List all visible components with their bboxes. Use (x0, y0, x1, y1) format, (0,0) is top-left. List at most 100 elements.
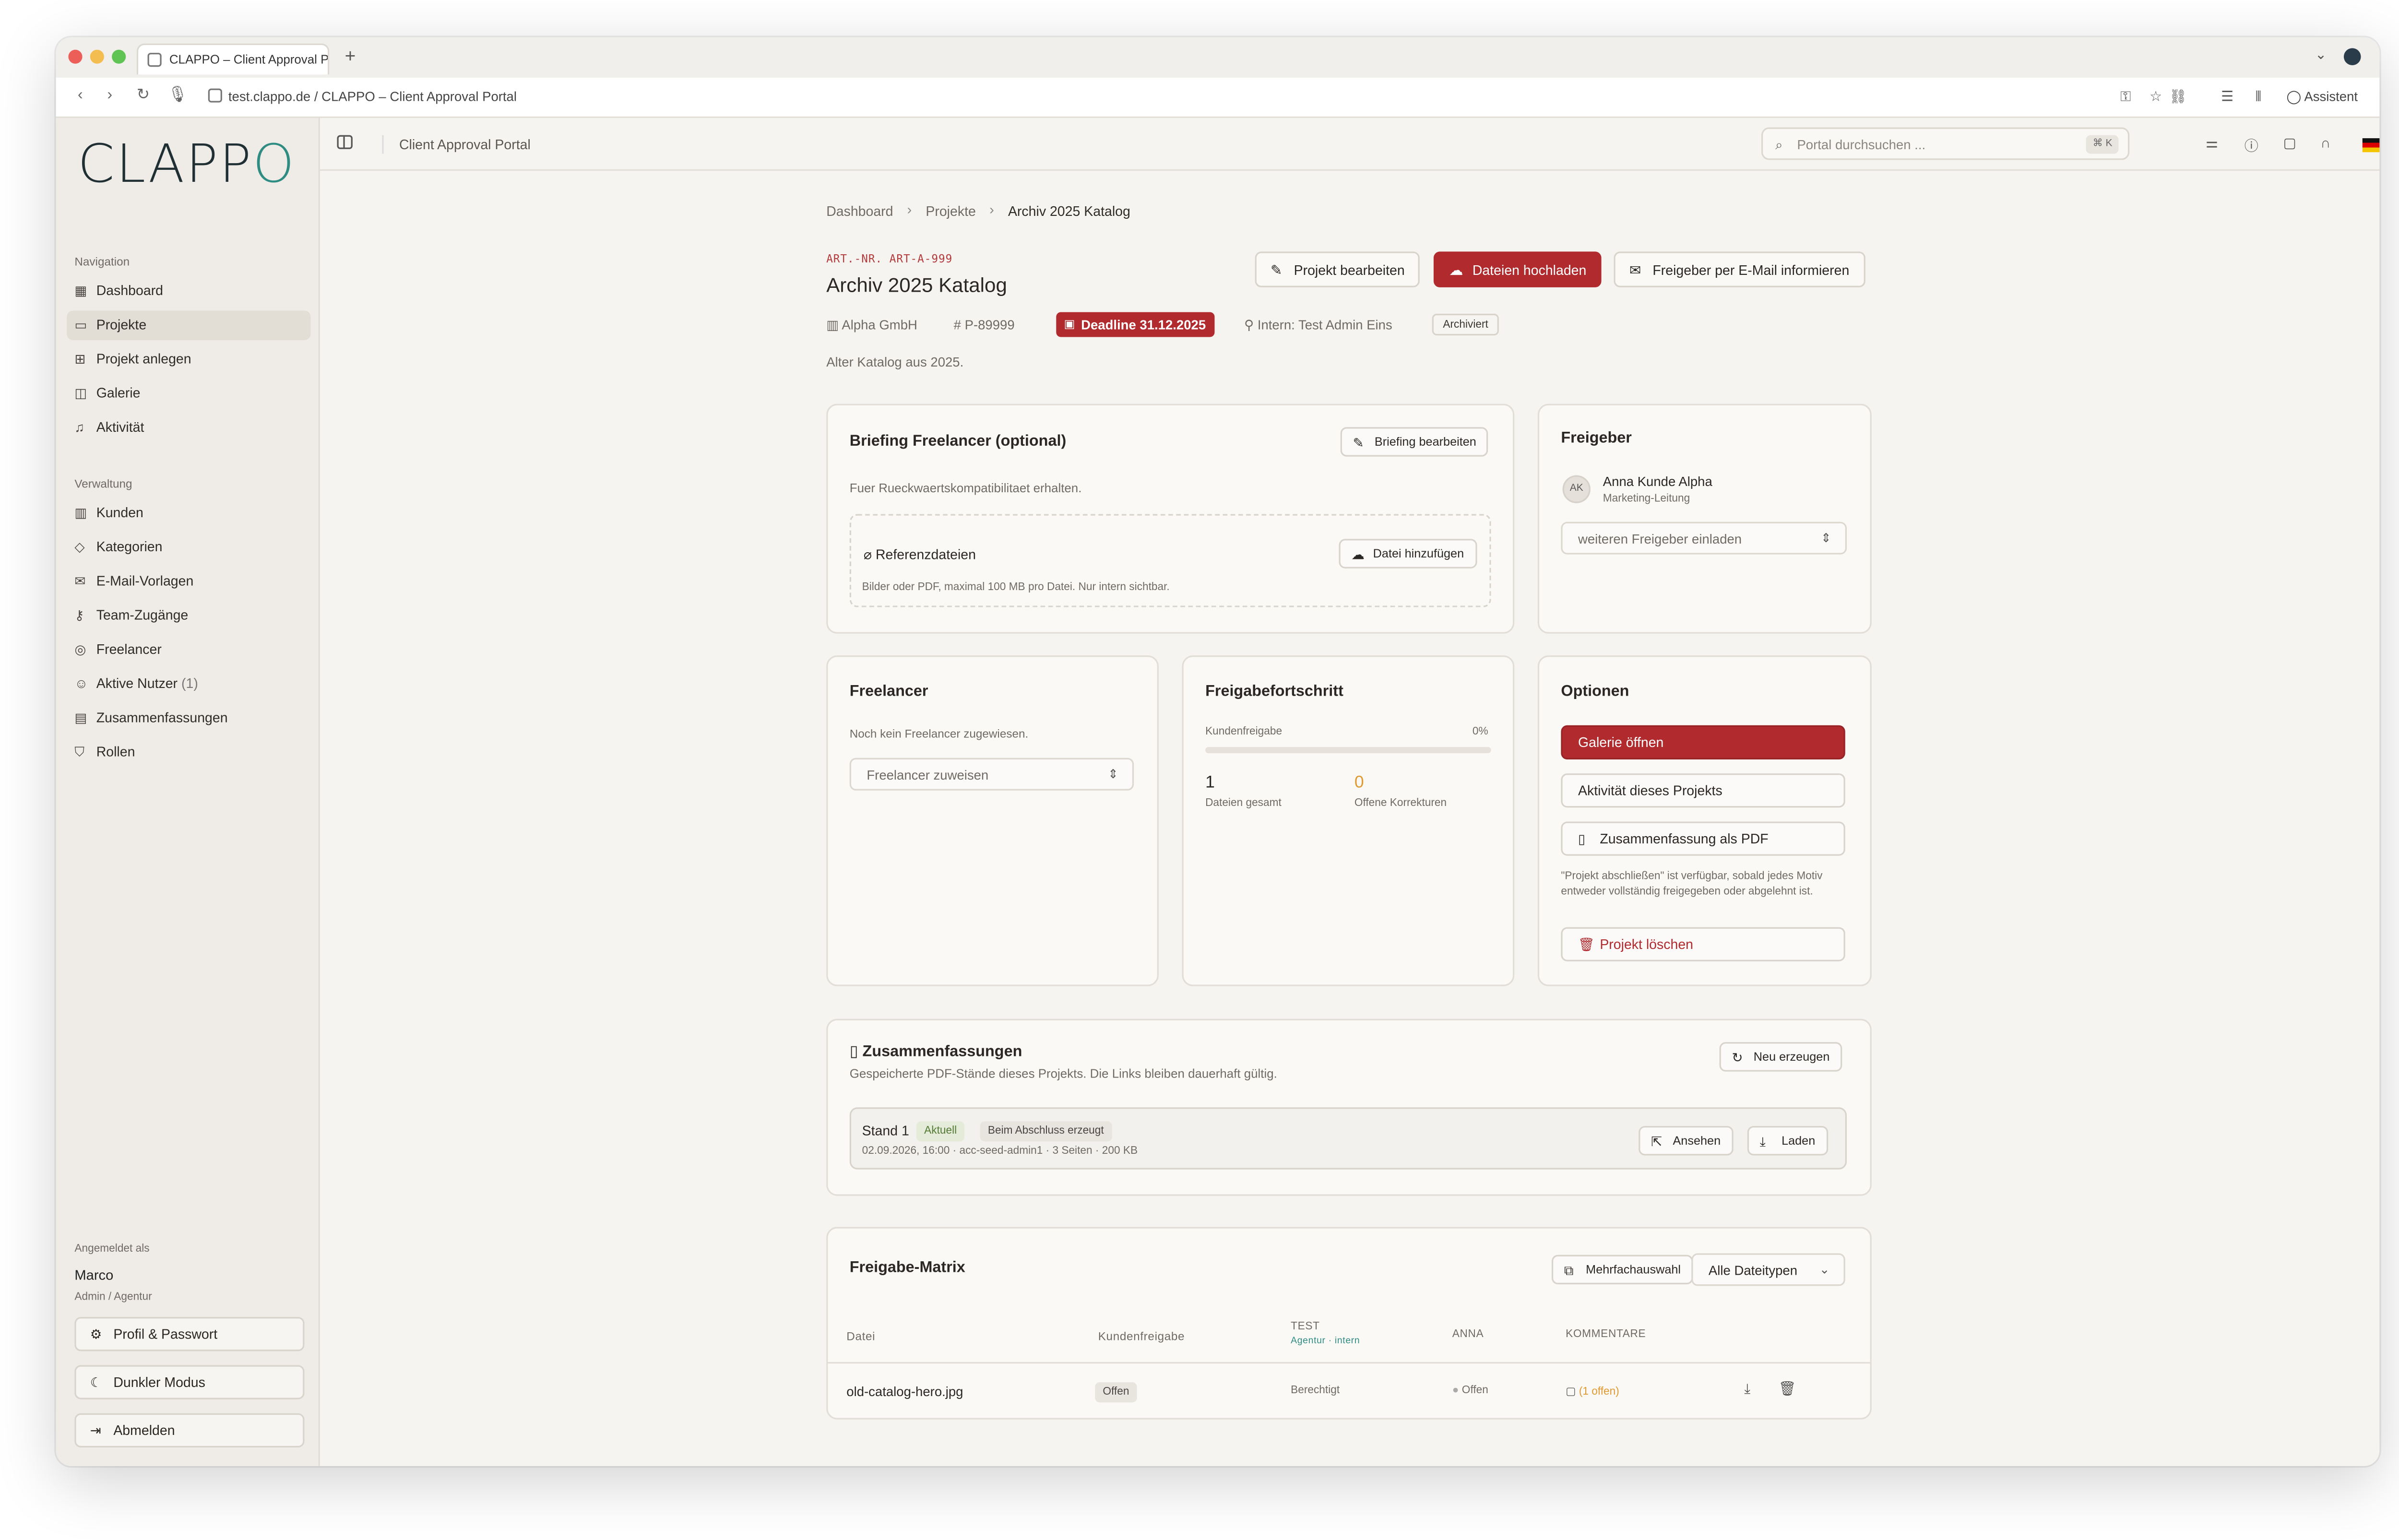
trash-icon[interactable]: 🗑 (1779, 1381, 1796, 1398)
delete-project-button[interactable]: 🗑 Projekt löschen (1561, 927, 1845, 961)
browser-tab-bar: CLAPPO – Client Approval P + ⌄ (56, 37, 2380, 78)
deadline-badge: ▣ Deadline 31.12.2025 (1056, 312, 1215, 337)
sidebar-item-kunden[interactable]: ▥ Kunden (67, 498, 310, 528)
download-icon[interactable]: ⤓ (1744, 1381, 1750, 1398)
assign-freelancer-select[interactable]: Freelancer zuweisen ⇕ (849, 758, 1134, 791)
calendar-icon: ▣ (1064, 317, 1075, 331)
clappo-logo[interactable]: CLAPPO (78, 133, 296, 195)
app-header: Client Approval Portal ⌕ Portal durchsuc… (320, 118, 2380, 171)
client-status-badge: Offen (1095, 1382, 1137, 1403)
archive-icon: ▤ (74, 710, 87, 725)
building-icon: ▥ (826, 317, 842, 332)
sidebar-item-projekte[interactable]: ▭ Projekte (67, 310, 311, 340)
sliders-icon[interactable]: ⚌ (2206, 135, 2218, 153)
summary-pdf-button[interactable]: ▯ Zusammenfassung als PDF (1561, 821, 1845, 856)
file-name-link[interactable]: old-catalog-hero.jpg (846, 1384, 963, 1399)
sidebar-item-aktive-nutzer[interactable]: ☺ Aktive Nutzer (1) (67, 669, 310, 699)
pencil-icon: ✎ (1271, 262, 1283, 278)
breadcrumb-dashboard[interactable]: Dashboard (826, 203, 893, 219)
breadcrumb-projekte[interactable]: Projekte (926, 203, 976, 219)
shield-icon: ⛉ (74, 744, 85, 759)
forward-arrow-icon[interactable]: › (107, 87, 112, 104)
freelancer-empty-text: Noch kein Freelancer zugewiesen. (849, 727, 1029, 741)
regenerate-button[interactable]: ↻ Neu erzeugen (1719, 1042, 1842, 1072)
sidebar-toggle-icon[interactable] (337, 135, 353, 149)
progress-title: Freigabefortschritt (1205, 683, 1343, 700)
address-bar[interactable]: test.clappo.de / CLAPPO – Client Approva… (208, 88, 517, 104)
tab-list-chevron-icon[interactable]: ⌄ (2315, 47, 2327, 64)
star-icon[interactable]: ☆ (2150, 89, 2162, 106)
maximize-window-button[interactable] (112, 49, 126, 64)
sidebar-item-rollen[interactable]: ⛉ Rollen (67, 738, 310, 768)
edit-briefing-button[interactable]: ✎ Briefing bearbeiten (1340, 427, 1489, 457)
download-summary-button[interactable]: ⤓ Laden (1747, 1125, 1828, 1156)
link-icon[interactable]: ⛓ (2169, 89, 2187, 106)
add-file-button[interactable]: ☁ Datei hinzufügen (1339, 539, 1477, 569)
edit-project-button[interactable]: ✎ Projekt bearbeiten (1255, 251, 1421, 287)
sidebar-item-kategorien[interactable]: ◇ Kategorien (67, 533, 310, 562)
file-type-select[interactable]: Alle Dateitypen ⌄ (1691, 1253, 1845, 1286)
comments-link[interactable]: ▢ (1 offen) (1566, 1386, 1619, 1398)
assistant-button[interactable]: ◯ Assistent (2286, 89, 2358, 106)
feedback-icon[interactable]: ▢ (2283, 135, 2297, 153)
mail-icon: ✉ (74, 573, 86, 589)
reference-files-hint: Bilder oder PDF, maximal 100 MB pro Date… (862, 582, 1170, 593)
users-icon: ☺ (74, 675, 88, 691)
search-input[interactable]: ⌕ Portal durchsuchen ... ⌘ K (1761, 127, 2130, 160)
browser-tab[interactable]: CLAPPO – Client Approval P (136, 43, 330, 75)
origin-badge: Beim Abschluss erzeugt (980, 1121, 1112, 1142)
minimize-window-button[interactable] (90, 49, 104, 64)
view-summary-button[interactable]: ⇱ Ansehen (1639, 1125, 1734, 1156)
column-header-client-approval: Kundenfreigabe (1098, 1329, 1185, 1344)
reader-list-icon[interactable]: ☰ (2221, 89, 2233, 106)
notify-approver-button[interactable]: ✉ Freigeber per E-Mail informieren (1614, 251, 1865, 287)
sidebar-item-freelancer[interactable]: ◎ Freelancer (67, 635, 310, 665)
user-icon: ⚲ (1244, 317, 1258, 332)
sidebar-item-dashboard[interactable]: ▦ Dashboard (67, 276, 310, 306)
search-shortcut-badge: ⌘ K (2086, 135, 2119, 154)
sidebar-item-email-vorlagen[interactable]: ✉ E-Mail-Vorlagen (67, 567, 310, 597)
help-icon[interactable]: ⓘ (2245, 135, 2258, 155)
browser-tab-title: CLAPPO – Client Approval P (169, 53, 329, 67)
summary-item-meta: 02.09.2026, 16:00 · acc-seed-admin1 · 3 … (862, 1146, 1138, 1157)
headset-icon[interactable]: ∩ (2320, 135, 2330, 151)
document-icon: ▯ (1578, 830, 1586, 847)
approvers-title: Freigeber (1561, 430, 1632, 448)
key-icon[interactable]: ⚿ (2120, 89, 2131, 106)
moon-icon: ☾ (90, 1374, 102, 1390)
column-header-test-sub: Agentur · intern (1291, 1337, 1360, 1347)
reload-icon[interactable]: ↻ (137, 87, 150, 104)
anna-status: ● Offen (1452, 1385, 1488, 1397)
upload-files-button[interactable]: ☁ Dateien hochladen (1433, 251, 1602, 287)
progress-label: Kundenfreigabe (1205, 727, 1283, 738)
open-corrections-label: Offene Korrekturen (1354, 798, 1447, 809)
chevron-updown-icon: ⇕ (1820, 531, 1831, 545)
logout-button[interactable]: ⇥ Abmelden (74, 1413, 305, 1448)
sidebar-item-team-zugaenge[interactable]: ⚷ Team-Zugänge (67, 601, 310, 631)
profile-avatar-icon[interactable] (2343, 48, 2361, 65)
client-name: ▥ Alpha GmbH (826, 317, 917, 332)
cloud-upload-icon: ☁ (1449, 262, 1463, 278)
audio-wave-icon[interactable]: ⦀ (2256, 89, 2262, 106)
new-tab-plus-icon[interactable]: + (345, 45, 356, 67)
sidebar: CLAPPO Navigation ▦ Dashboard ▭ Projekte ⊞… (56, 118, 320, 1466)
summaries-subtitle: Gespeicherte PDF-Stände dieses Projekts.… (849, 1066, 1277, 1081)
approver-name: Anna Kunde Alpha (1603, 474, 1712, 489)
invite-approver-select[interactable]: weiteren Freigeber einladen ⇕ (1561, 521, 1847, 555)
profile-password-button[interactable]: ⚙ Profil & Passwort (74, 1317, 305, 1351)
dark-mode-button[interactable]: ☾ Dunkler Modus (74, 1365, 305, 1399)
sidebar-item-aktivitaet[interactable]: ♫ Aktivität (67, 413, 310, 443)
trash-icon: 🗑 (1578, 936, 1595, 952)
microphone-icon[interactable]: 🎙 (168, 87, 188, 104)
german-flag-icon[interactable] (2362, 138, 2380, 153)
back-arrow-icon[interactable]: ‹ (78, 87, 83, 104)
multi-select-button[interactable]: ⧉ Mehrfachauswahl (1551, 1255, 1693, 1285)
sidebar-item-galerie[interactable]: ◫ Galerie (67, 379, 310, 409)
chat-bubble-icon: ◯ (2286, 88, 2304, 104)
user-name: Marco (74, 1267, 114, 1283)
sidebar-item-zusammenfassungen[interactable]: ▤ Zusammenfassungen (67, 703, 310, 733)
close-window-button[interactable] (68, 49, 83, 64)
open-gallery-button[interactable]: Galerie öffnen (1561, 725, 1845, 759)
project-activity-button[interactable]: Aktivität dieses Projekts (1561, 773, 1845, 808)
sidebar-item-projekt-anlegen[interactable]: ⊞ Projekt anlegen (67, 345, 310, 375)
